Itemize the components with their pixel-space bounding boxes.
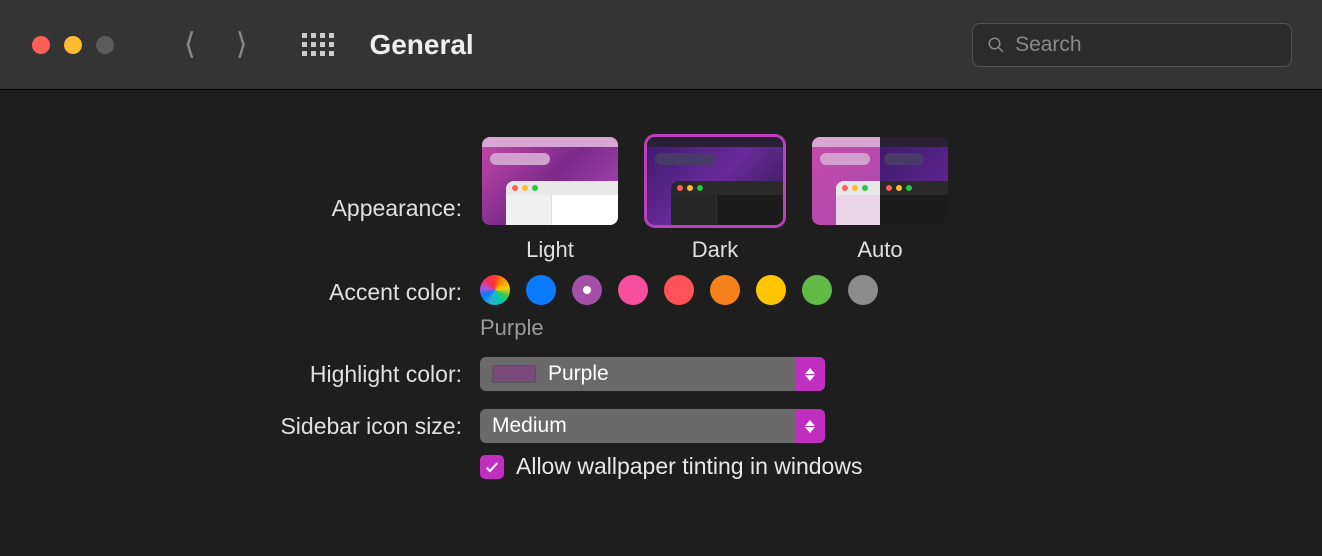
- highlight-label: Highlight color:: [0, 357, 480, 388]
- checkmark-icon: [484, 459, 500, 475]
- appearance-option-light[interactable]: Light: [480, 135, 620, 263]
- forward-button[interactable]: ⟩: [236, 27, 248, 62]
- search-input[interactable]: [1015, 33, 1277, 57]
- highlight-color-chip: [492, 365, 536, 383]
- accent-selected-name: Purple: [480, 315, 878, 341]
- accent-label: Accent color:: [0, 275, 480, 306]
- sidebar-icon-value: Medium: [492, 414, 567, 438]
- appearance-option-label: Dark: [692, 237, 738, 263]
- accent-swatches: [480, 275, 878, 305]
- wallpaper-tinting-label: Allow wallpaper tinting in windows: [516, 453, 862, 480]
- highlight-value: Purple: [548, 362, 609, 386]
- accent-swatch-blue[interactable]: [526, 275, 556, 305]
- appearance-option-label: Light: [526, 237, 574, 263]
- zoom-button[interactable]: [96, 36, 114, 54]
- content: Appearance: Light Dark: [0, 90, 1322, 480]
- accent-swatch-red[interactable]: [664, 275, 694, 305]
- appearance-label: Appearance:: [0, 135, 480, 222]
- back-button[interactable]: ⟨: [184, 27, 196, 62]
- accent-swatch-pink[interactable]: [618, 275, 648, 305]
- sidebar-icon-label: Sidebar icon size:: [0, 409, 480, 440]
- nav-arrows: ⟨ ⟩: [184, 27, 247, 62]
- titlebar: ⟨ ⟩ General: [0, 0, 1322, 90]
- close-button[interactable]: [32, 36, 50, 54]
- select-stepper-icon: [795, 409, 825, 443]
- appearance-thumb-dark: [645, 135, 785, 227]
- window-controls: [32, 36, 114, 54]
- search-field[interactable]: [972, 23, 1292, 67]
- page-title: General: [369, 29, 473, 61]
- appearance-thumb-auto: [810, 135, 950, 227]
- appearance-thumb-light: [480, 135, 620, 227]
- accent-swatch-yellow[interactable]: [756, 275, 786, 305]
- highlight-select[interactable]: Purple: [480, 357, 825, 391]
- accent-swatch-multicolor[interactable]: [480, 275, 510, 305]
- select-stepper-icon: [795, 357, 825, 391]
- minimize-button[interactable]: [64, 36, 82, 54]
- accent-swatch-graphite[interactable]: [848, 275, 878, 305]
- search-icon: [987, 35, 1005, 55]
- accent-swatch-green[interactable]: [802, 275, 832, 305]
- accent-swatch-purple[interactable]: [572, 275, 602, 305]
- show-all-icon[interactable]: [302, 33, 334, 56]
- appearance-option-dark[interactable]: Dark: [645, 135, 785, 263]
- sidebar-icon-select[interactable]: Medium: [480, 409, 825, 443]
- wallpaper-tinting-checkbox[interactable]: [480, 455, 504, 479]
- appearance-option-label: Auto: [857, 237, 902, 263]
- appearance-options: Light Dark Auto: [480, 135, 950, 263]
- accent-swatch-orange[interactable]: [710, 275, 740, 305]
- appearance-option-auto[interactable]: Auto: [810, 135, 950, 263]
